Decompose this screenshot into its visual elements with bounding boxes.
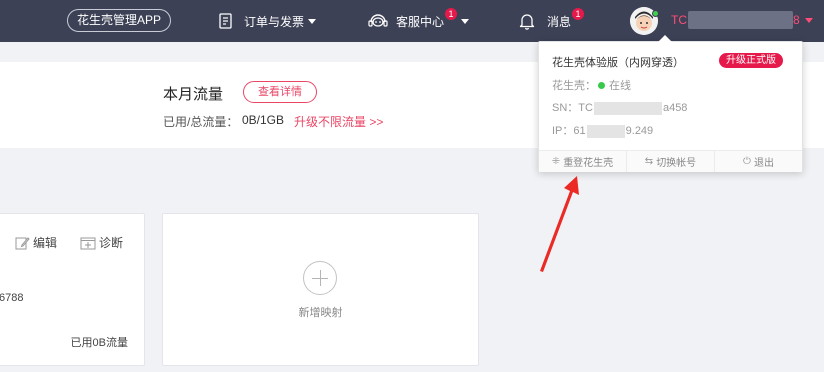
traffic-used-label: 已用/总流量： [163, 115, 239, 129]
dropdown-footer: ⁜ 重登花生壳 ⇆ 切换帐号 ⏻ 退出 [539, 150, 802, 172]
document-icon [219, 12, 232, 29]
bell-icon [519, 14, 535, 30]
online-status-dot [652, 10, 659, 17]
loading-spinner-icon: ⁜ [551, 156, 561, 167]
nav-orders-invoices[interactable]: 订单与发票 [218, 0, 317, 42]
sn-suffix: a458 [662, 102, 688, 114]
logout-label: 退出 [753, 158, 774, 169]
status-value: 在线 [609, 80, 631, 92]
red-annotation-arrow [540, 176, 579, 272]
add-mapping-label: 新增映射 [298, 307, 343, 319]
edit-label: 编辑 [33, 236, 58, 250]
upgrade-edition-button[interactable]: 升级正式版 [719, 53, 783, 68]
account-dropdown-menu: 花生壳体验版（内网穿透） 升级正式版 花生壳： 在线 SN：TC a458 IP：… [538, 35, 803, 172]
nav-messages[interactable]: 消息 1 [519, 0, 585, 42]
upgrade-unlimited-link[interactable]: 升级不限流量 >> [294, 113, 383, 130]
nav-messages-label: 消息 [547, 14, 572, 29]
nav-customer-service[interactable]: 客服中心 1 [368, 0, 470, 42]
user-account-name[interactable]: TC [671, 13, 687, 27]
diagnose-icon [80, 237, 96, 249]
view-details-button[interactable]: 查看详情 [243, 81, 317, 103]
switch-account-button[interactable]: ⇆ 切换帐号 [627, 151, 715, 172]
status-label: 花生壳： [552, 80, 596, 92]
power-icon: ⏻ [743, 156, 751, 167]
mapping-address-text: 6788 [0, 292, 24, 304]
add-circle-icon[interactable] [303, 261, 337, 295]
online-dot-icon [598, 81, 605, 89]
service-notification-badge: 1 [445, 8, 458, 20]
messages-notification-badge: 1 [572, 8, 585, 20]
switch-arrows-icon: ⇆ [644, 156, 654, 167]
nav-orders-label: 订单与发票 [244, 14, 305, 29]
relogin-label: 重登花生壳 [563, 158, 614, 169]
redacted-account-mask [688, 11, 793, 29]
online-status-row: 花生壳： 在线 [552, 77, 631, 93]
top-navigation-bar: 花生壳管理APP 订单与发票 客服中心 1 消息 1 TC 8 [0, 0, 824, 42]
mapping-used-traffic: 已用0B流量 [70, 337, 128, 349]
edit-icon [15, 236, 30, 249]
diagnose-label: 诊断 [99, 236, 124, 250]
traffic-title: 本月流量 [163, 86, 224, 103]
chevron-down-icon [308, 18, 317, 24]
nav-service-label: 客服中心 [396, 14, 445, 29]
mapping-card: 编辑 诊断 6788 已用0B流量 [0, 213, 145, 366]
headset-icon [368, 14, 388, 27]
ip-prefix: IP：61 [552, 125, 586, 137]
add-mapping-card[interactable]: 新增映射 [162, 213, 479, 366]
edition-label: 花生壳体验版（内网穿透） [552, 57, 684, 69]
sn-prefix: SN：TC [552, 102, 593, 114]
logout-button[interactable]: ⏻ 退出 [715, 151, 802, 172]
ip-address-row: IP：61 9.249 [552, 122, 653, 138]
traffic-used-value: 0B/1GB [242, 113, 285, 127]
chevron-down-icon [461, 18, 470, 24]
app-download-button[interactable]: 花生壳管理APP [67, 9, 172, 32]
chevron-down-icon[interactable] [805, 18, 813, 23]
relogin-button[interactable]: ⁜ 重登花生壳 [539, 151, 627, 172]
redacted-mask [586, 124, 625, 138]
user-account-suffix[interactable]: 8 [793, 13, 800, 27]
edit-mapping-button[interactable]: 编辑 [15, 234, 57, 251]
diagnose-mapping-button[interactable]: 诊断 [80, 234, 123, 251]
switch-account-label: 切换帐号 [656, 158, 697, 169]
serial-number-row: SN：TC a458 [552, 99, 687, 115]
ip-suffix: 9.249 [625, 125, 654, 137]
redacted-mask [593, 101, 662, 115]
